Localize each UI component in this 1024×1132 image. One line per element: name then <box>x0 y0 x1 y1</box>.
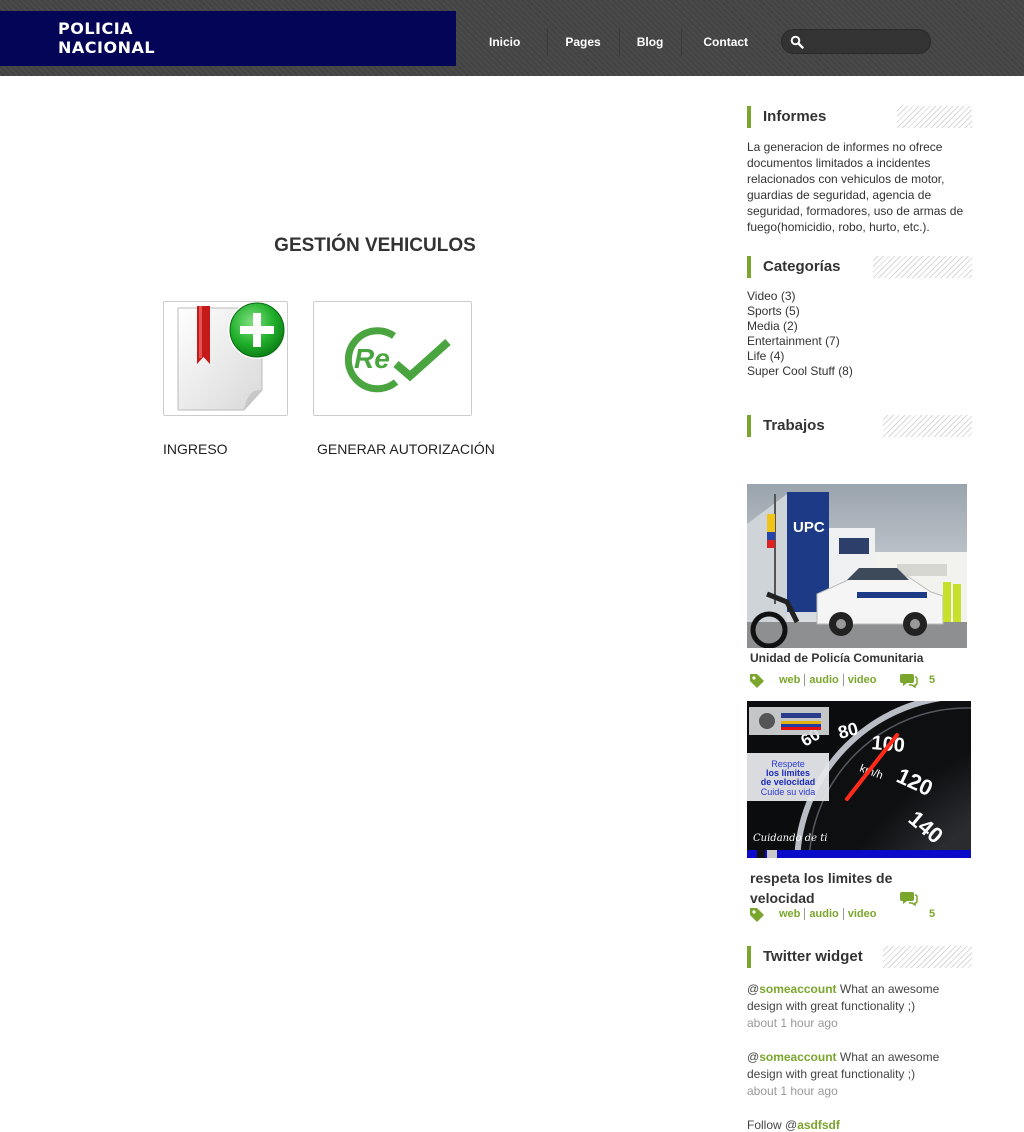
ingreso-label[interactable]: INGRESO <box>163 441 228 457</box>
heading-accent-bar <box>747 106 751 128</box>
category-item[interactable]: Media (2) <box>747 319 853 334</box>
category-item[interactable]: Super Cool Stuff (8) <box>747 364 853 379</box>
trabajos-title: Trabajos <box>763 417 825 434</box>
tag-audio[interactable]: audio <box>805 674 844 686</box>
informes-text: La generacion de informes no ofrece docu… <box>747 140 964 234</box>
nav-pages[interactable]: Pages <box>548 28 620 56</box>
tag-audio[interactable]: audio <box>805 908 844 920</box>
comment-count[interactable]: 5 <box>929 674 935 686</box>
trabajos-heading: Trabajos <box>747 415 972 437</box>
nav-contact[interactable]: Contact <box>682 28 770 56</box>
re-check-icon: Re <box>344 327 451 393</box>
main-nav: Inicio Pages Blog Contact <box>470 28 770 56</box>
comments-icon <box>900 674 918 688</box>
nav-inicio[interactable]: Inicio <box>470 28 549 56</box>
page-title: GESTIÓN VEHICULOS <box>274 235 476 256</box>
logo-line-1: POLICIA <box>58 19 134 38</box>
logo-line-2: NACIONAL <box>58 38 156 57</box>
svg-text:Re: Re <box>354 343 390 374</box>
search-box <box>781 29 931 54</box>
heading-stripes <box>873 256 972 278</box>
generar-autorizacion-tile[interactable]: Re <box>313 301 472 416</box>
tag-list: web audio video <box>779 674 880 686</box>
speedometer-image[interactable]: 60 80 100 120 140 km/h Respete los límit… <box>747 701 971 858</box>
comment-count[interactable]: 5 <box>929 908 935 920</box>
nav-blog[interactable]: Blog <box>620 28 683 56</box>
comments-icon <box>900 892 918 906</box>
category-item[interactable]: Video (3) <box>747 289 853 304</box>
tag-list: web audio video <box>779 908 880 920</box>
header-bar: POLICIA NACIONAL Inicio Pages Blog Conta… <box>0 0 1024 76</box>
logo[interactable]: POLICIA NACIONAL <box>0 11 456 66</box>
tag-icon <box>750 674 764 688</box>
work-title-upc[interactable]: Unidad de Policía Comunitaria <box>750 651 923 665</box>
twitter-heading: Twitter widget <box>747 946 972 968</box>
tweet-account-link[interactable]: someaccount <box>759 1050 836 1064</box>
tweet-time[interactable]: about 1 hour ago <box>747 1083 972 1100</box>
tag-web[interactable]: web <box>779 674 806 686</box>
tweet: @someaccount What an awesome design with… <box>747 1049 972 1100</box>
document-add-icon <box>177 301 286 411</box>
categories-list: Video (3) Sports (5) Media (2) Entertain… <box>747 289 853 379</box>
tag-icon <box>750 908 764 922</box>
work-meta: web audio video 5 <box>749 892 971 923</box>
category-item[interactable]: Life (4) <box>747 349 853 364</box>
svg-text:Cuidando de ti: Cuidando de ti <box>753 833 827 844</box>
tweet-time[interactable]: about 1 hour ago <box>747 1015 972 1032</box>
heading-stripes <box>897 106 972 128</box>
work-title-velocidad[interactable]: respeta los limites de velocidad <box>750 868 892 908</box>
tag-video[interactable]: video <box>844 674 881 686</box>
categorias-title: Categorías <box>763 258 841 275</box>
tweet-account-link[interactable]: someaccount <box>759 982 836 996</box>
informes-title: Informes <box>763 108 827 125</box>
categorias-heading: Categorías <box>747 256 972 278</box>
heading-stripes <box>883 415 972 437</box>
tweet: @someaccount What an awesome design with… <box>747 981 972 1032</box>
heading-stripes <box>883 946 972 968</box>
svg-text:Cuide su vida: Cuide su vida <box>761 787 816 797</box>
tag-web[interactable]: web <box>779 908 806 920</box>
category-item[interactable]: Sports (5) <box>747 304 853 319</box>
logo-text: POLICIA NACIONAL <box>58 19 198 57</box>
upc-photo[interactable]: UPC <box>747 484 967 648</box>
search-icon[interactable] <box>790 35 804 49</box>
informes-heading: Informes <box>747 106 972 128</box>
follow-account[interactable]: asdfsdf <box>797 1118 840 1132</box>
category-item[interactable]: Entertainment (7) <box>747 334 853 349</box>
svg-text:UPC: UPC <box>793 519 825 536</box>
heading-accent-bar <box>747 946 751 968</box>
generar-autorizacion-label[interactable]: GENERAR AUTORIZACIÓN <box>317 441 495 457</box>
heading-accent-bar <box>747 256 751 278</box>
work-meta: web audio video 5 <box>749 673 971 689</box>
ingreso-tile[interactable] <box>163 301 288 416</box>
follow-link[interactable]: Follow @asdfsdf <box>747 1117 972 1132</box>
heading-accent-bar <box>747 415 751 437</box>
search-input[interactable] <box>810 34 925 50</box>
tag-video[interactable]: video <box>844 908 881 920</box>
svg-text:de velocidad: de velocidad <box>761 777 816 787</box>
twitter-title: Twitter widget <box>763 948 863 965</box>
